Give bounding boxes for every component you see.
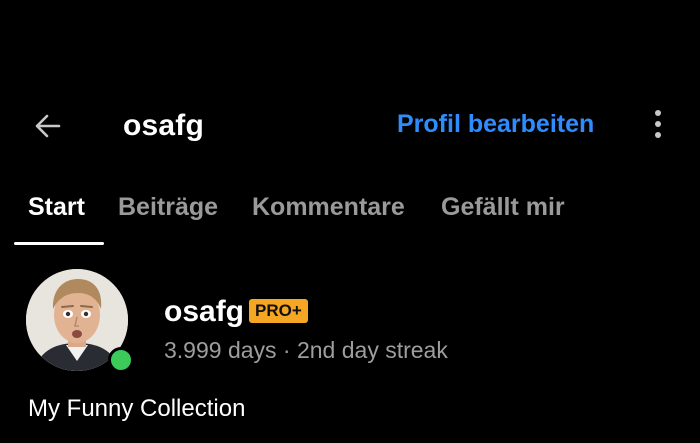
tab-gefaellt-mir[interactable]: Gefällt mir <box>441 190 565 224</box>
edit-profile-button[interactable]: Profil bearbeiten <box>397 108 594 140</box>
profile-tabs: Start Beiträge Kommentare Gefällt mir <box>0 186 700 246</box>
avatar-container[interactable] <box>26 269 134 375</box>
more-vertical-icon <box>655 132 661 138</box>
tab-kommentare[interactable]: Kommentare <box>252 190 405 224</box>
online-status-indicator <box>108 347 134 373</box>
pro-plus-badge: PRO+ <box>249 299 308 323</box>
profile-bio: My Funny Collection <box>28 395 246 422</box>
top-app-bar: osafg Profil bearbeiten <box>0 96 700 156</box>
tab-beitraege[interactable]: Beiträge <box>118 190 218 224</box>
more-options-button[interactable] <box>644 104 672 144</box>
tab-start[interactable]: Start <box>28 190 85 224</box>
profile-stats: 3.999 days · 2nd day streak <box>164 337 448 363</box>
more-vertical-icon <box>655 110 661 116</box>
back-button[interactable] <box>28 106 68 146</box>
page-title: osafg <box>123 109 205 142</box>
arrow-left-icon <box>35 114 61 138</box>
more-vertical-icon <box>655 121 661 127</box>
profile-username: osafg <box>164 295 245 328</box>
active-tab-indicator <box>14 242 104 245</box>
